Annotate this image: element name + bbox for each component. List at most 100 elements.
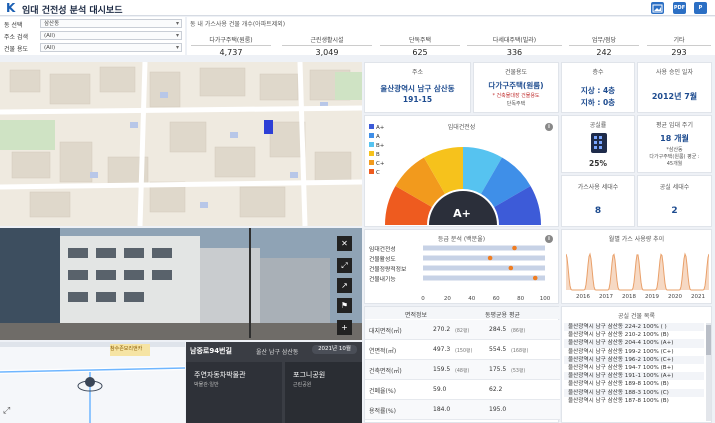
use-select[interactable]: (All) (40, 43, 182, 52)
address-line2: 191-15 (402, 95, 433, 104)
pdf-icon[interactable]: PDF (673, 2, 686, 14)
ppt-icon[interactable]: P (694, 2, 707, 14)
poi-card-2[interactable]: 포그니공원 근린공원 (285, 362, 362, 423)
use-card: 건물용도 다가구주택(원룸) * 건축물대장 건물용도 단독주택 (473, 62, 559, 113)
building-map[interactable] (0, 62, 362, 226)
table-row: 용적률(%) 184.0 195.0 (365, 400, 560, 420)
list-item[interactable]: 울산광역시 남구 삼산동 189-8 100% (B) (564, 380, 704, 388)
count-value: 625 (412, 48, 428, 57)
table-cell: 175.5 (489, 366, 507, 373)
table-cell: 159.5 (433, 366, 451, 373)
axis-tick: 0 (421, 296, 425, 302)
date-select[interactable]: 2021년 10월 (312, 345, 357, 354)
list-item[interactable]: 울산광역시 남구 삼산동 194-7 100% (B+) (564, 364, 704, 372)
close-icon[interactable]: ✕ (337, 236, 352, 251)
poi-type: 박물관·일반 (194, 382, 219, 388)
poi-name: 주연자동차박물관 (194, 371, 246, 379)
table-cell: (48평) (455, 369, 470, 374)
counts-title: 동 내 가스사용 건물 개수(아파트제외) (190, 21, 286, 28)
table-cell: 59.0 (433, 386, 447, 393)
gas-trend-card: 월별 가스 사용량 추이 2016 2017 2018 2019 2020 2021 (561, 229, 712, 304)
table-cell: 554.5 (489, 346, 507, 353)
grade-dot (512, 245, 517, 251)
approval-value: 2012년 7월 (651, 92, 698, 101)
street-info-panel: 남중로94번길 울산 남구 삼산동 2021년 10월 주연자동차박물관 박물관… (186, 342, 362, 423)
grade-analysis-card: 등급 분석 (백분율) i 임대건전성 건물활성도 건물정량적정보 건물내기능 0 20… (364, 229, 559, 304)
list-item[interactable]: 울산광역시 남구 삼산동 191-1 100% (A+) (564, 372, 704, 381)
card-label: 공실 건물 목록 (618, 313, 655, 320)
axis-tick: 60 (493, 296, 500, 302)
table-cell: (168평) (511, 349, 529, 354)
floor-above: 지상 : 4층 (580, 86, 616, 95)
fullscreen-icon[interactable]: ⤢ (3, 406, 10, 416)
road-label: 남중로94번길 (190, 347, 232, 355)
table-cell: 용적률(%) (369, 408, 396, 415)
vacancy-value: 25% (589, 159, 607, 168)
table-cell: 건폐율(%) (369, 388, 396, 395)
axis-tick: 100 (540, 296, 551, 302)
card-label: 공실률 (589, 122, 607, 129)
gas-trend-chart (566, 252, 709, 291)
count-col: 다세대주택(빌라) 336 (467, 35, 562, 57)
card-label: 평균 임대 주기 (656, 122, 693, 129)
list-item[interactable]: 울산광역시 남구 삼산동 187-8 100% (B) (564, 397, 704, 405)
lease-note: 45개월 (666, 161, 683, 167)
expand-icon[interactable]: ⤢ (337, 258, 352, 273)
axis-tick: 40 (468, 296, 475, 302)
map-label: 참수존모리앤카 (110, 346, 143, 352)
info-icon[interactable]: i (545, 123, 553, 131)
list-item[interactable]: 울산광역시 남구 삼산동 199-2 100% (C+) (564, 348, 704, 356)
count-value: 336 (506, 48, 523, 57)
health-gauge-card: 임대건전성 i A+ A B+ B C+ C A+ (364, 115, 559, 227)
grade-bars: 0 20 40 60 80 100 (421, 245, 551, 302)
axis-tick: 80 (517, 296, 524, 302)
table-cell: (150평) (455, 349, 473, 354)
image-icon[interactable] (651, 2, 664, 14)
mini-map[interactable]: 참수존모리앤카 ⤢ (0, 342, 185, 423)
poi-card-1[interactable]: 주연자동차박물관 박물관·일반 (186, 362, 282, 423)
table-row: 건축면적(㎡) 159.5 (48평) 175.5 (53평) (365, 360, 560, 380)
lease-card: 평균 임대 주기 18 개월 *삼산동 다가구주택(원룸) 평균 : 45개월 (637, 115, 712, 173)
table-header: 면적정보 (405, 312, 428, 319)
table-cell: 497.3 (433, 346, 451, 353)
address-select[interactable]: (All) (40, 31, 182, 40)
flag-icon[interactable]: ⚑ (337, 298, 352, 313)
dong-select[interactable]: 삼산동 (40, 19, 182, 28)
poi-name: 포그니공원 (293, 371, 326, 379)
table-cell: 건축면적(㎡) (369, 368, 402, 375)
list-item[interactable]: 울산광역시 남구 삼산동 224-2 100% ( ) (564, 323, 704, 332)
count-col: 업무/점당 242 (569, 35, 639, 57)
list-item[interactable]: 울산광역시 남구 삼산동 196-2 100% (C+) (564, 355, 704, 364)
list-item[interactable]: 울산광역시 남구 삼산동 188-3 100% (C) (564, 388, 704, 397)
list-item[interactable]: 울산광역시 남구 삼산동 210-2 100% (B) (564, 331, 704, 339)
count-value: 4,737 (219, 48, 243, 57)
card-label: 공실 세대수 (659, 184, 690, 191)
year-tick: 2020 (668, 294, 682, 300)
use-value: 다가구주택(원룸) (488, 81, 544, 90)
list-item[interactable]: 울산광역시 남구 삼산동 204-4 100% (A+) (564, 339, 704, 348)
building-icon (591, 133, 607, 153)
table-cell: 연면적(㎡) (369, 348, 397, 355)
zoom-in-icon[interactable]: + (337, 320, 352, 335)
share-icon[interactable]: ↗ (337, 278, 352, 293)
count-label: 기타 (647, 35, 711, 46)
table-row: 연면적(㎡) 497.3 (150평) 554.5 (168평) (365, 340, 560, 360)
count-col: 다가구주택(원룸) 4,737 (191, 35, 271, 57)
grade-value: A+ (453, 207, 471, 220)
card-label: 층수 (592, 69, 604, 76)
count-label: 다가구주택(원룸) (191, 35, 271, 46)
use-note-value: 단독주택 (506, 101, 526, 107)
address-line1: 울산광역시 남구 삼산동 (380, 84, 455, 93)
floor-card: 층수 지상 : 4층 지하 : 0층 (561, 62, 635, 113)
table-cell: (86평) (511, 329, 526, 334)
street-view[interactable]: ✕ ⤢ ↗ ⚑ + (0, 228, 362, 340)
table-cell: (82평) (455, 329, 470, 334)
table-cell: 195.0 (489, 406, 507, 413)
year-tick: 2016 (576, 294, 590, 300)
grade-dot (532, 275, 538, 281)
vacant-list: 공실 건물 목록 울산광역시 남구 삼산동 224-2 100% ( ) 울산광역… (561, 306, 712, 423)
card-label: 사용 승인 일자 (656, 69, 693, 76)
year-tick: 2017 (599, 294, 613, 300)
vacant-households-card: 공실 세대수 2 (637, 175, 712, 227)
scrollbar[interactable] (706, 323, 711, 421)
